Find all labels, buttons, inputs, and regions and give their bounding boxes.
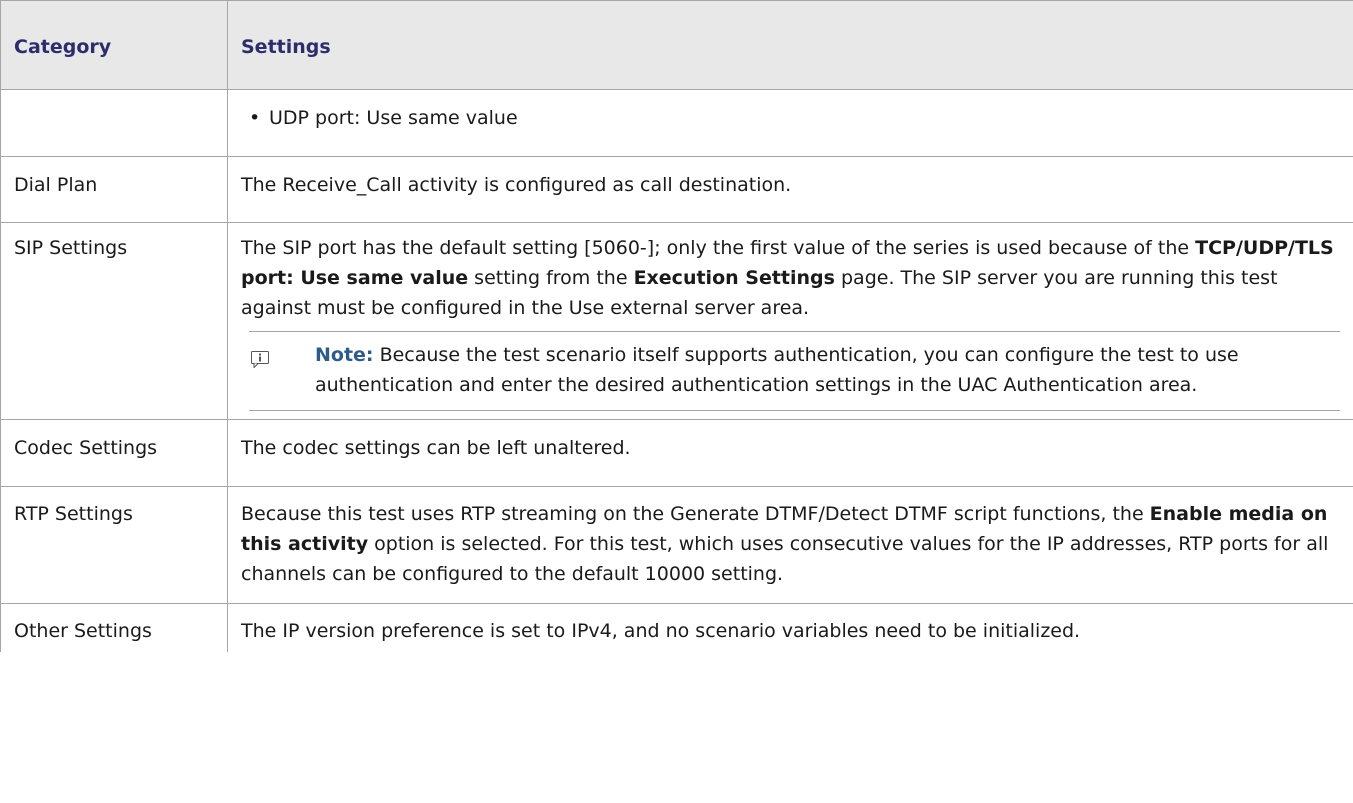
text-run: option is selected. For this test, which… — [241, 533, 1329, 585]
category-cell: Codec Settings — [0, 419, 228, 487]
table-row: • UDP port: Use same value — [0, 89, 1353, 157]
settings-cell: • UDP port: Use same value — [227, 89, 1353, 157]
sip-paragraph: The SIP port has the default setting [50… — [241, 233, 1340, 323]
bold-text: Execution Settings — [633, 267, 835, 289]
category-cell-empty — [0, 89, 228, 157]
header-category: Category — [0, 0, 228, 90]
header-settings: Settings — [227, 0, 1353, 90]
settings-table: Category Settings • UDP port: Use same va… — [0, 0, 1353, 652]
table-row: Codec Settings The codec settings can be… — [0, 419, 1353, 487]
category-cell: RTP Settings — [0, 486, 228, 604]
note-content: Because the test scenario itself support… — [315, 344, 1239, 396]
table-header-row: Category Settings — [0, 0, 1353, 90]
settings-cell: Because this test uses RTP streaming on … — [227, 486, 1353, 604]
category-cell: SIP Settings — [0, 222, 228, 420]
note-text: Note: Because the test scenario itself s… — [249, 340, 1340, 400]
table-row: Dial Plan The Receive_Call activity is c… — [0, 156, 1353, 223]
category-cell: Dial Plan — [0, 156, 228, 223]
text-run: Because this test uses RTP streaming on … — [241, 503, 1150, 525]
settings-cell: The SIP port has the default setting [50… — [227, 222, 1353, 420]
category-cell: Other Settings — [0, 603, 228, 652]
table-row: Other Settings The IP version preference… — [0, 603, 1353, 652]
note-box: Note: Because the test scenario itself s… — [249, 331, 1340, 411]
table-row: SIP Settings The SIP port has the defaul… — [0, 222, 1353, 420]
settings-cell: The Receive_Call activity is configured … — [227, 156, 1353, 223]
bullet-mark: • — [249, 107, 261, 129]
bullet-text: UDP port: Use same value — [269, 107, 518, 129]
note-label: Note: — [315, 344, 374, 366]
text-run: setting from the — [468, 267, 634, 289]
settings-cell: The codec settings can be left unaltered… — [227, 419, 1353, 487]
table-row: RTP Settings Because this test uses RTP … — [0, 486, 1353, 604]
info-icon — [251, 351, 269, 368]
settings-cell: The IP version preference is set to IPv4… — [227, 603, 1353, 652]
text-run: The SIP port has the default setting [50… — [241, 237, 1196, 259]
